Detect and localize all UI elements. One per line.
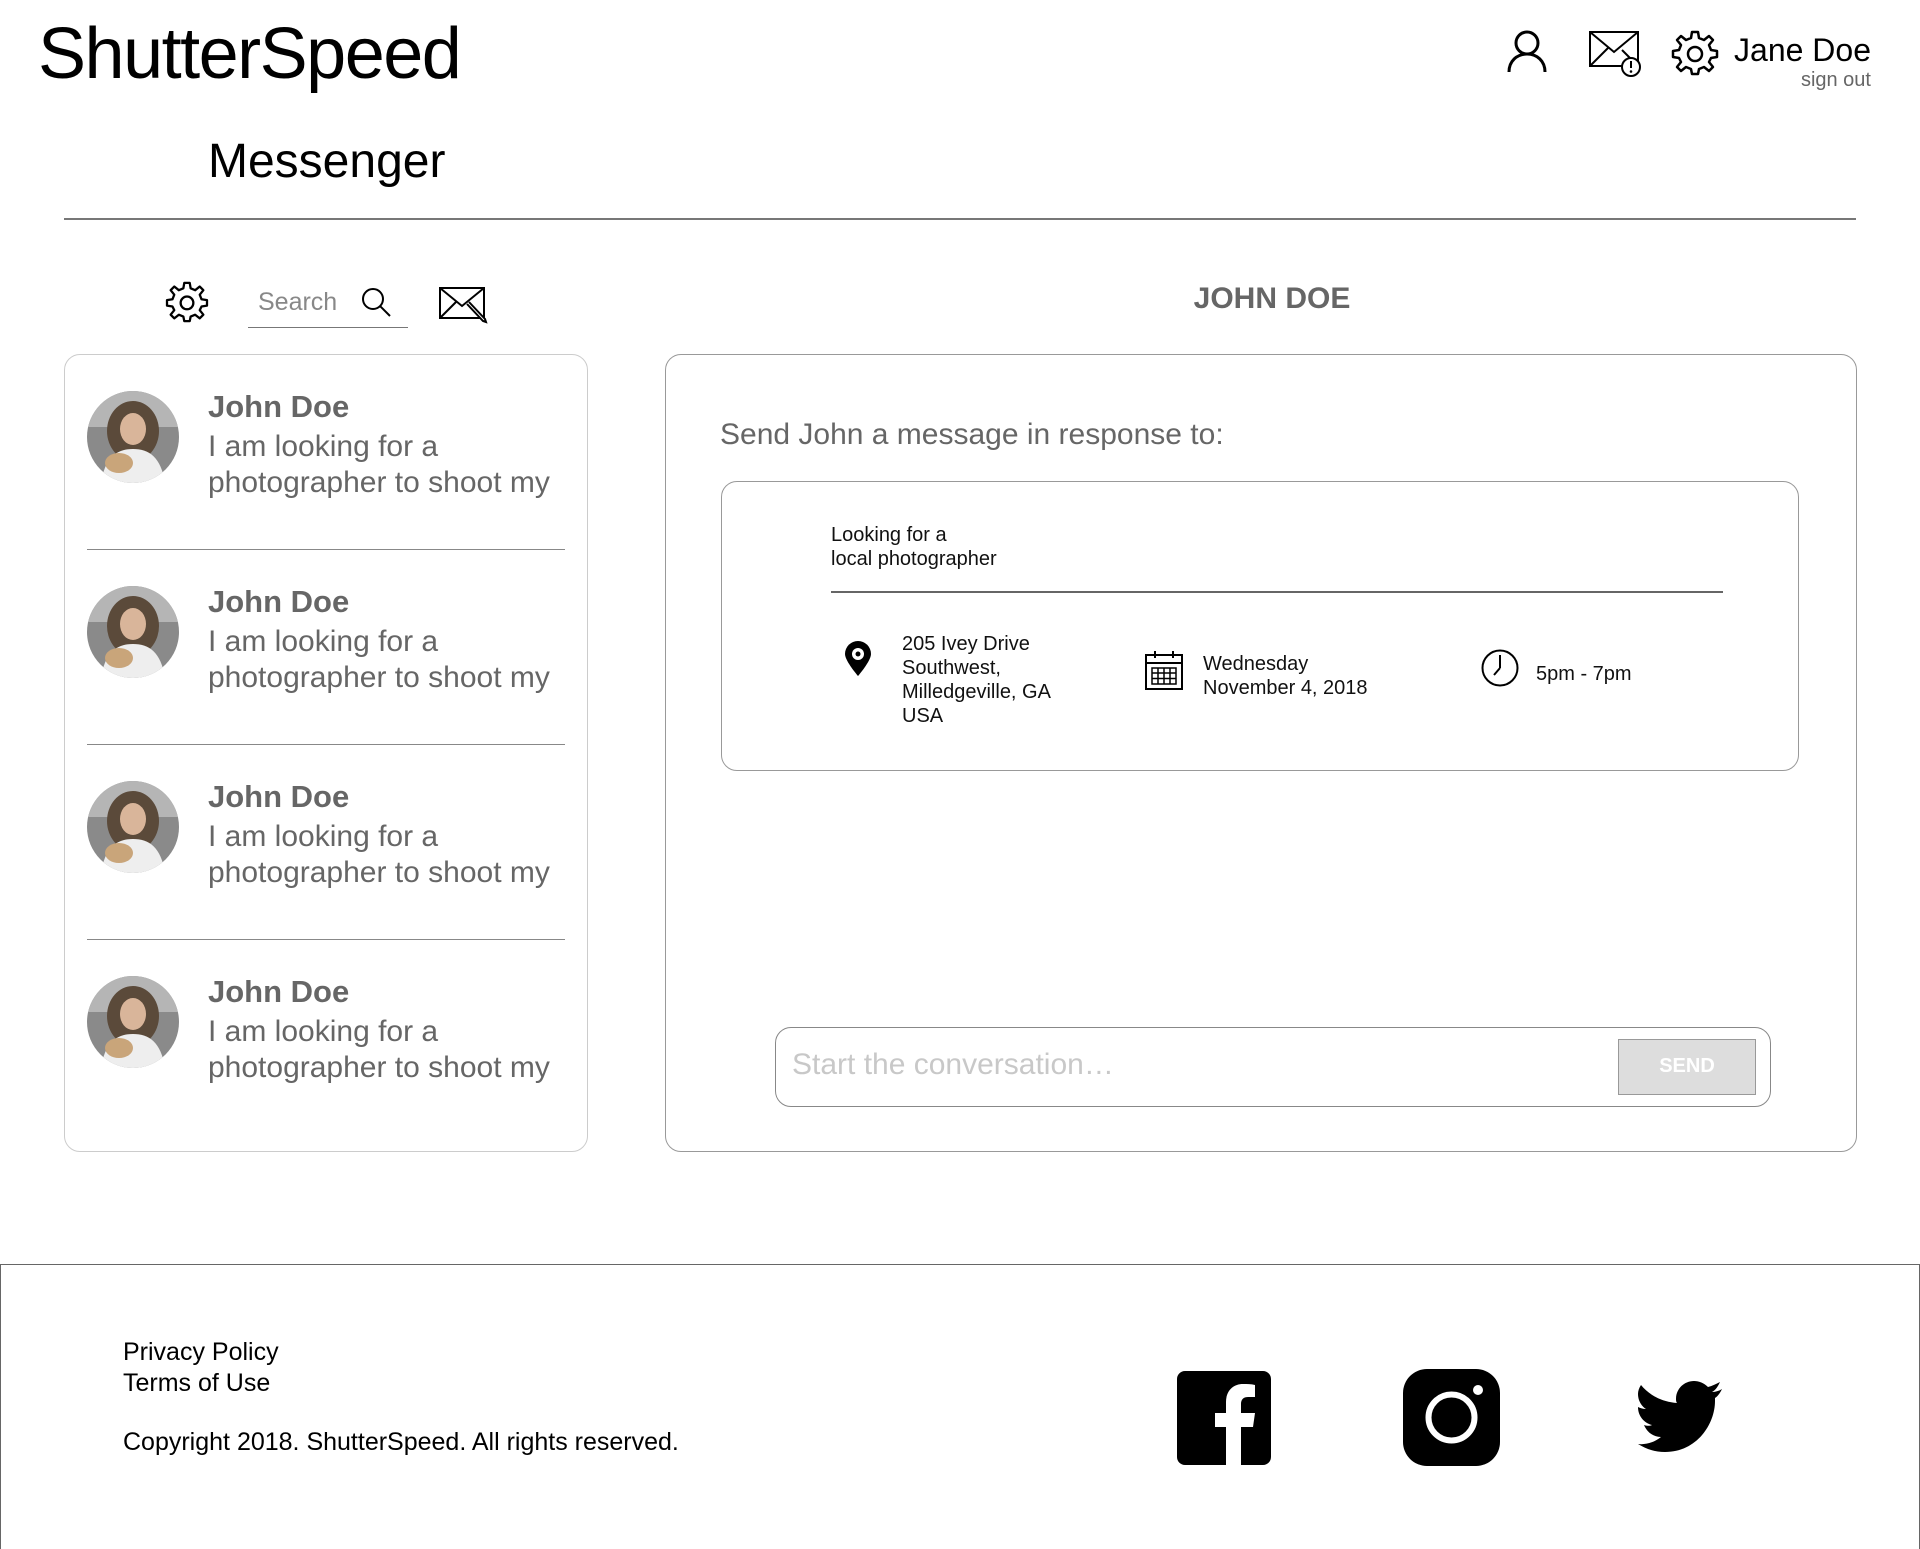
user-icon[interactable] xyxy=(1506,28,1548,74)
conversation-name: John Doe xyxy=(208,584,350,619)
twitter-icon[interactable] xyxy=(1638,1381,1722,1453)
conversation-preview: I am looking for a photographer to shoot… xyxy=(208,625,550,694)
avatar xyxy=(87,781,179,873)
facebook-icon[interactable] xyxy=(1177,1371,1271,1465)
job-time: 5pm - 7pm xyxy=(1536,663,1632,685)
conversation-list: John Doe I am looking for a photographer… xyxy=(64,354,588,1152)
conversation-preview: I am looking for a photographer to shoot… xyxy=(208,430,550,499)
location-pin-icon xyxy=(844,641,872,677)
instagram-icon[interactable] xyxy=(1403,1369,1500,1466)
chat-header: JOHN DOE xyxy=(1193,282,1351,315)
compose-box: SEND xyxy=(775,1027,1771,1107)
job-title-line: Looking for a xyxy=(831,524,947,546)
avatar xyxy=(87,976,179,1068)
address-line: Southwest, xyxy=(902,657,1001,679)
job-divider xyxy=(831,591,1723,593)
title-divider xyxy=(64,218,1856,220)
conversation-name: John Doe xyxy=(208,974,350,1009)
terms-of-use-link[interactable]: Terms of Use xyxy=(123,1371,270,1396)
compose-mail-icon[interactable] xyxy=(439,286,488,324)
calendar-icon xyxy=(1145,650,1183,690)
search-input[interactable] xyxy=(258,288,358,317)
conversation-item[interactable]: John Doe I am looking for a photographer… xyxy=(87,355,565,550)
sign-out-link[interactable]: sign out xyxy=(1801,70,1871,90)
search-box[interactable] xyxy=(248,280,408,328)
conversation-item[interactable]: John Doe I am looking for a photographer… xyxy=(87,745,565,940)
message-input[interactable] xyxy=(792,1048,1592,1082)
send-button[interactable]: SEND xyxy=(1618,1039,1756,1095)
job-title-line: local photographer xyxy=(831,548,997,570)
conversation-preview: I am looking for a photographer to shoot… xyxy=(208,820,550,889)
address-line: 205 Ivey Drive xyxy=(902,633,1030,655)
privacy-policy-link[interactable]: Privacy Policy xyxy=(123,1340,279,1365)
conversation-name: John Doe xyxy=(208,389,350,424)
logo[interactable]: ShutterSpeed xyxy=(38,18,462,90)
job-address: 205 Ivey Drive Southwest, Milledgeville,… xyxy=(902,632,1051,728)
settings-gear-icon[interactable] xyxy=(165,281,209,323)
date-line: November 4, 2018 xyxy=(1203,677,1368,699)
respond-label: Send John a message in response to: xyxy=(720,418,1224,451)
user-name[interactable]: Jane Doe xyxy=(1734,34,1871,66)
avatar xyxy=(87,391,179,483)
job-date: Wednesday November 4, 2018 xyxy=(1203,652,1368,700)
search-icon[interactable] xyxy=(360,286,392,318)
avatar xyxy=(87,586,179,678)
conversation-name: John Doe xyxy=(208,779,350,814)
address-line: USA xyxy=(902,705,944,727)
page-title: Messenger xyxy=(208,135,446,188)
address-line: Milledgeville, GA xyxy=(902,681,1051,703)
mail-alert-icon[interactable] xyxy=(1588,30,1644,78)
date-line: Wednesday xyxy=(1203,653,1309,675)
conversation-item[interactable]: John Doe I am looking for a photographer… xyxy=(87,940,565,1135)
conversation-preview: I am looking for a photographer to shoot… xyxy=(208,1015,550,1084)
job-title: Looking for a local photographer xyxy=(831,523,997,571)
copyright: Copyright 2018. ShutterSpeed. All rights… xyxy=(123,1428,679,1456)
clock-icon xyxy=(1481,649,1519,687)
conversation-item[interactable]: John Doe I am looking for a photographer… xyxy=(87,550,565,745)
footer xyxy=(0,1264,1920,1549)
gear-icon[interactable] xyxy=(1671,30,1719,76)
